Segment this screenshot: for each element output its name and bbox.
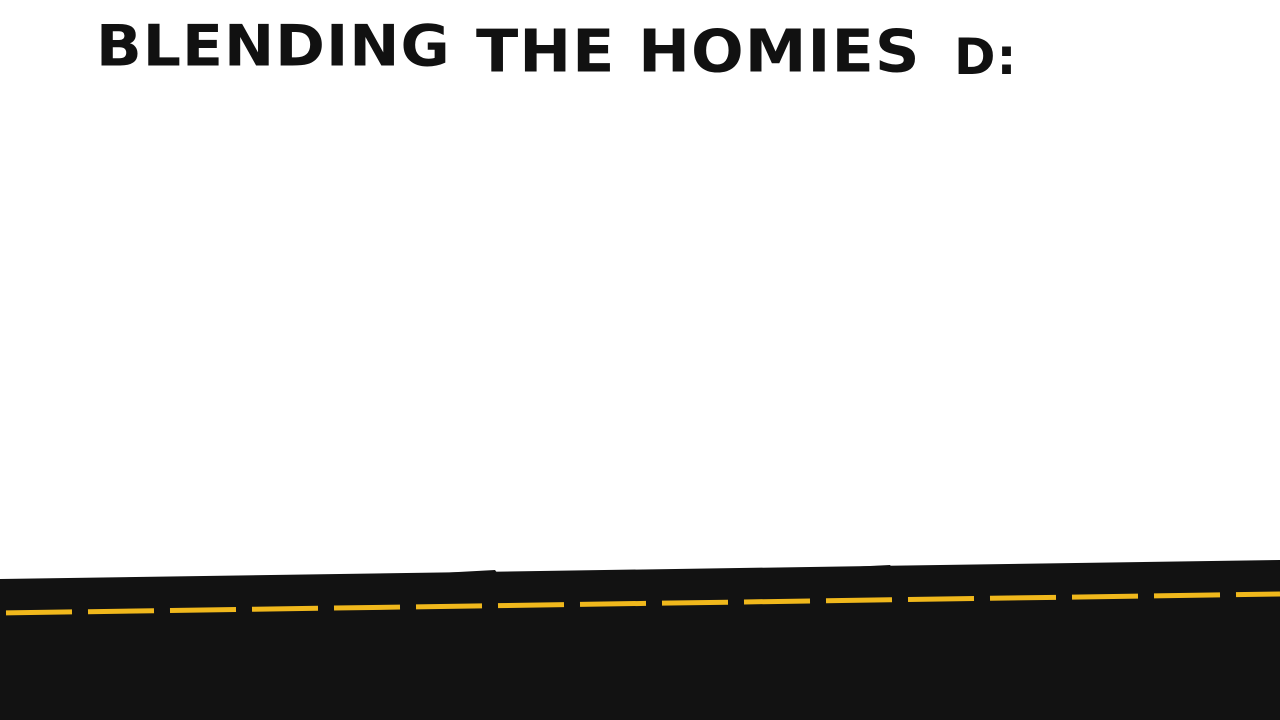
stage: BLENDING THE HOMIES D: [0, 0, 1280, 720]
lane-dash [1153, 592, 1221, 599]
title-word-blending: BLENDING [96, 13, 451, 80]
lane-dash [415, 603, 483, 610]
lane-dash [251, 605, 319, 612]
lane-dash [825, 597, 893, 604]
lane-dash [1235, 591, 1280, 598]
lane-dash [333, 604, 401, 611]
lane-dash [907, 596, 975, 603]
lane-dash [661, 599, 729, 606]
lane-dash [743, 598, 811, 605]
lane-dash [1071, 593, 1139, 600]
title-words-the-homies: THE HOMIES [470, 22, 927, 81]
lane-dash [579, 600, 647, 607]
title-emoticon: D: [954, 28, 1018, 86]
lane-dash [5, 609, 73, 616]
lane-dash [169, 606, 237, 613]
road-edge-step [850, 565, 894, 571]
lane-dash [989, 594, 1057, 601]
road-illustration [0, 560, 1280, 720]
lane-dash [497, 602, 565, 609]
road-surface [0, 560, 1280, 720]
lane-dash [87, 608, 155, 615]
